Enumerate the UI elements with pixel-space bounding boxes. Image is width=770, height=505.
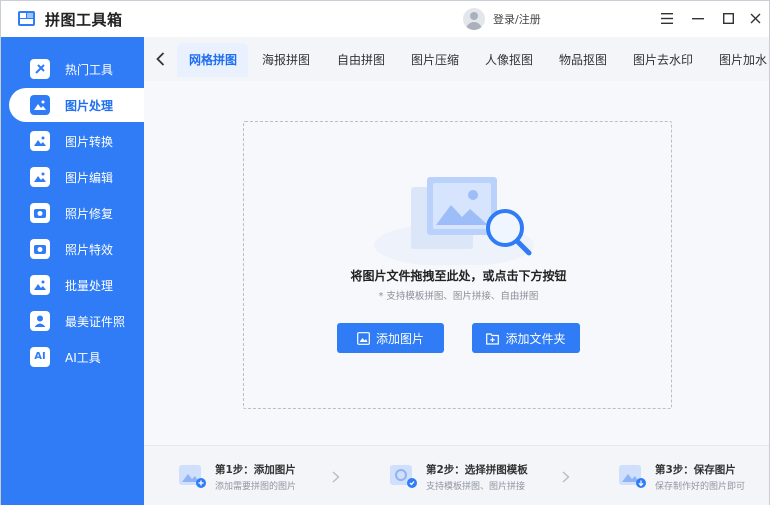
upload-illustration-icon [374, 177, 534, 265]
sidebar-item-id-photo[interactable]: 最美证件照 [1, 304, 144, 338]
add-image-label: 添加图片 [375, 331, 424, 346]
sidebar-item-image-process[interactable]: 图片处理 [9, 88, 144, 122]
sidebar-item-ai-tools[interactable]: AI AI工具 [1, 340, 144, 374]
main-content: 网格拼图 海报拼图 自由拼图 图片压缩 人像抠图 物品抠图 图片去水印 图片加水 [144, 37, 769, 505]
tab-grid-collage[interactable]: 网格拼图 [189, 51, 237, 68]
avatar-icon [463, 8, 485, 30]
sidebar-item-image-edit[interactable]: 图片编辑 [1, 160, 144, 194]
sidebar-item-hot-tools[interactable]: 热门工具 [1, 52, 144, 86]
sidebar-item-photo-repair[interactable]: 照片修复 [1, 196, 144, 230]
tab-object-cutout[interactable]: 物品抠图 [559, 51, 607, 68]
step-title: 第1步：添加图片 [215, 464, 296, 476]
step-arrow-icon [332, 471, 340, 487]
add-image-button[interactable]: 添加图片 [337, 323, 444, 353]
sidebar-item-image-convert[interactable]: 图片转换 [1, 124, 144, 158]
drop-zone-title: 将图片文件拖拽至此处，或点击下方按钮 [350, 269, 567, 283]
tab-add-watermark[interactable]: 图片加水 [719, 51, 767, 68]
maximize-icon[interactable] [720, 10, 736, 26]
app-window: 拼图工具箱 登录/注册 热门工具 图片处理 图片转换 图片编辑 照片修复 照片特… [0, 0, 770, 505]
image-convert-icon [30, 131, 50, 151]
id-photo-icon [30, 311, 50, 331]
folder-plus-icon [486, 332, 500, 345]
sidebar-item-label: 图片处理 [65, 99, 114, 113]
save-image-step-icon [619, 465, 646, 488]
sidebar-item-label: 最美证件照 [65, 315, 126, 329]
steps-bar: 第1步：添加图片 添加需要拼图的图片 第2步：选择拼图模板 支持模板拼图、图片拼… [144, 445, 769, 505]
sidebar-item-label: 热门工具 [65, 63, 114, 77]
sidebar-item-photo-effects[interactable]: 照片特效 [1, 232, 144, 266]
drop-zone-hint: * 支持模板拼图、图片拼接、自由拼图 [378, 291, 539, 302]
add-folder-label: 添加文件夹 [505, 331, 566, 346]
work-area: 将图片文件拖拽至此处，或点击下方按钮 * 支持模板拼图、图片拼接、自由拼图 添加… [144, 81, 769, 445]
sidebar-item-label: AI工具 [65, 351, 101, 365]
step-desc: 支持模板拼图、图片拼接 [426, 482, 526, 492]
login-label: 登录/注册 [493, 13, 541, 26]
menu-icon[interactable] [659, 10, 675, 26]
sidebar-item-batch-process[interactable]: 批量处理 [1, 268, 144, 302]
minimize-icon[interactable] [690, 10, 706, 26]
tab-poster-collage[interactable]: 海报拼图 [262, 51, 310, 68]
drop-zone[interactable]: 将图片文件拖拽至此处，或点击下方按钮 * 支持模板拼图、图片拼接、自由拼图 添加… [243, 121, 672, 409]
sidebar: 热门工具 图片处理 图片转换 图片编辑 照片修复 照片特效 批量处理 最美证件照… [1, 37, 144, 505]
sidebar-item-label: 图片编辑 [65, 171, 114, 185]
step-title: 第2步：选择拼图模板 [426, 464, 528, 476]
tab-remove-watermark[interactable]: 图片去水印 [633, 51, 693, 68]
step-desc: 保存制作好的图片即可 [655, 482, 746, 492]
tool-tab-bar: 网格拼图 海报拼图 自由拼图 图片压缩 人像抠图 物品抠图 图片去水印 图片加水 [144, 37, 769, 81]
sidebar-item-label: 批量处理 [65, 279, 114, 293]
photo-effects-icon [30, 239, 50, 259]
tab-image-compress[interactable]: 图片压缩 [411, 51, 459, 68]
step-title: 第3步：保存图片 [655, 464, 736, 476]
step-arrow-icon [562, 471, 570, 487]
step-desc: 添加需要拼图的图片 [215, 482, 297, 492]
tab-portrait-cutout[interactable]: 人像抠图 [485, 51, 533, 68]
app-title: 拼图工具箱 [45, 11, 123, 29]
add-image-step-icon [179, 465, 206, 488]
image-process-icon [30, 95, 50, 115]
app-logo-icon [18, 11, 35, 26]
title-bar: 拼图工具箱 登录/注册 [1, 1, 769, 37]
image-edit-icon [30, 167, 50, 187]
ai-tools-icon: AI [30, 347, 50, 367]
image-icon [357, 331, 370, 345]
batch-process-icon [30, 275, 50, 295]
photo-repair-icon [30, 203, 50, 223]
sidebar-item-label: 照片修复 [65, 207, 114, 221]
template-step-icon [390, 465, 417, 488]
back-chevron-icon[interactable] [152, 50, 168, 68]
tab-free-collage[interactable]: 自由拼图 [337, 51, 385, 68]
hot-tools-icon [30, 59, 50, 79]
sidebar-item-label: 照片特效 [65, 243, 114, 257]
sidebar-item-label: 图片转换 [65, 135, 114, 149]
close-icon[interactable] [747, 10, 763, 26]
login-button[interactable]: 登录/注册 [463, 8, 541, 30]
add-folder-button[interactable]: 添加文件夹 [472, 323, 580, 353]
